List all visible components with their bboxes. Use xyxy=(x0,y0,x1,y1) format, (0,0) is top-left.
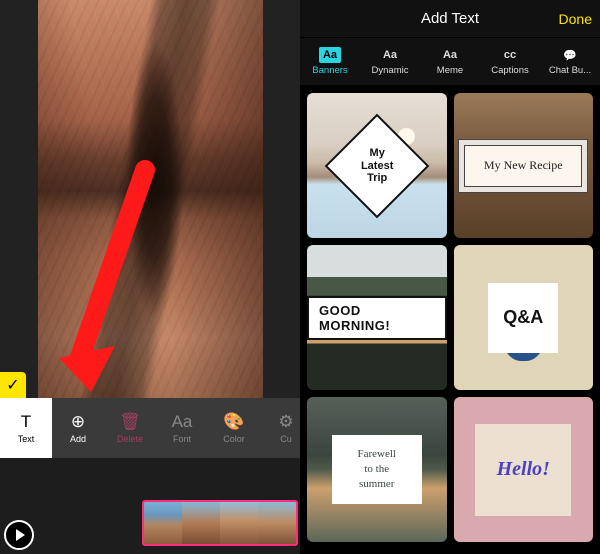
text-style-tabs: Aa Banners Aa Dynamic Aa Meme cc Caption… xyxy=(300,38,600,86)
done-button[interactable]: Done xyxy=(559,11,592,27)
font-icon: Aa xyxy=(172,413,193,430)
tab-captions[interactable]: cc Captions xyxy=(480,38,540,85)
toolbar-delete-button[interactable]: 🗑 Delete xyxy=(104,398,156,458)
palette-icon: 🎨 xyxy=(223,413,244,430)
add-text-panel: Add Text Done Aa Banners Aa Dynamic Aa M… xyxy=(300,0,600,554)
panel-header: Add Text Done xyxy=(300,0,600,38)
preview-image xyxy=(38,0,263,398)
tab-chat-bubbles[interactable]: 💬 Chat Bu... xyxy=(540,38,600,85)
video-preview: ✓ xyxy=(0,0,300,398)
template-text: Farewellto thesummer xyxy=(358,448,396,490)
template-text: Hello! xyxy=(497,458,550,481)
sliders-icon: ⚙ xyxy=(278,413,293,430)
tab-label: Meme xyxy=(437,65,463,76)
tab-banners[interactable]: Aa Banners xyxy=(300,38,360,85)
clip-thumb xyxy=(220,502,258,544)
template-latest-trip[interactable]: MyLatestTrip xyxy=(307,93,447,238)
toolbar-label: Text xyxy=(18,434,35,444)
toolbar-label: Font xyxy=(173,434,191,444)
toolbar-customize-button[interactable]: ⚙ Cu xyxy=(260,398,300,458)
toolbar-text-tab[interactable]: T Text xyxy=(0,398,52,458)
trash-icon: 🗑 xyxy=(119,413,141,430)
confirm-check-button[interactable]: ✓ xyxy=(0,372,26,398)
clip-thumb xyxy=(144,502,182,544)
text-toolbar: T Text ⊕ Add 🗑 Delete Aa Font 🎨 Color ⚙ … xyxy=(0,398,300,458)
chat-icon: 💬 xyxy=(559,47,581,63)
template-text: MyLatestTrip xyxy=(361,147,393,185)
toolbar-label: Add xyxy=(70,434,86,444)
pill-banner: GOOD MORNING! xyxy=(307,296,447,340)
panel-title: Add Text xyxy=(421,10,479,27)
toolbar-add-button[interactable]: ⊕ Add xyxy=(52,398,104,458)
text-icon: T xyxy=(21,413,31,430)
toolbar-label: Cu xyxy=(280,434,292,444)
toolbar-label: Delete xyxy=(117,434,143,444)
tab-label: Chat Bu... xyxy=(549,65,591,76)
toolbar-font-button[interactable]: Aa Font xyxy=(156,398,208,458)
play-button[interactable] xyxy=(4,520,34,550)
captions-icon: cc xyxy=(499,47,521,63)
clip-thumb xyxy=(258,502,296,544)
square-banner: Q&A xyxy=(488,283,558,353)
template-text: My New Recipe xyxy=(484,158,563,173)
plus-circle-icon: ⊕ xyxy=(71,413,85,430)
banner-templates-grid: MyLatestTrip My New Recipe GOOD MORNING!… xyxy=(300,86,600,554)
template-good-morning[interactable]: GOOD MORNING! xyxy=(307,245,447,390)
tab-meme[interactable]: Aa Meme xyxy=(420,38,480,85)
template-hello[interactable]: Hello! xyxy=(454,397,594,542)
tab-label: Dynamic xyxy=(372,65,409,76)
meme-icon: Aa xyxy=(439,47,461,63)
diamond-banner: MyLatestTrip xyxy=(324,113,429,218)
template-text: Q&A xyxy=(503,307,543,328)
clip-thumb xyxy=(182,502,220,544)
clip-thumbnails[interactable] xyxy=(142,500,298,546)
banners-icon: Aa xyxy=(319,47,341,63)
template-text: GOOD MORNING! xyxy=(319,303,390,333)
tab-label: Captions xyxy=(491,65,529,76)
template-farewell[interactable]: Farewellto thesummer xyxy=(307,397,447,542)
frame-banner: My New Recipe xyxy=(464,145,582,187)
dynamic-icon: Aa xyxy=(379,47,401,63)
tab-label: Banners xyxy=(312,65,347,76)
card-banner: Hello! xyxy=(475,424,571,516)
toolbar-color-button[interactable]: 🎨 Color xyxy=(208,398,260,458)
toolbar-label: Color xyxy=(223,434,245,444)
card-banner: Farewellto thesummer xyxy=(332,435,422,504)
timeline[interactable] xyxy=(0,458,300,554)
template-qa[interactable]: Q&A xyxy=(454,245,594,390)
template-new-recipe[interactable]: My New Recipe xyxy=(454,93,594,238)
tab-dynamic[interactable]: Aa Dynamic xyxy=(360,38,420,85)
editor-panel: ✓ T Text ⊕ Add 🗑 Delete Aa Font 🎨 Color … xyxy=(0,0,300,554)
